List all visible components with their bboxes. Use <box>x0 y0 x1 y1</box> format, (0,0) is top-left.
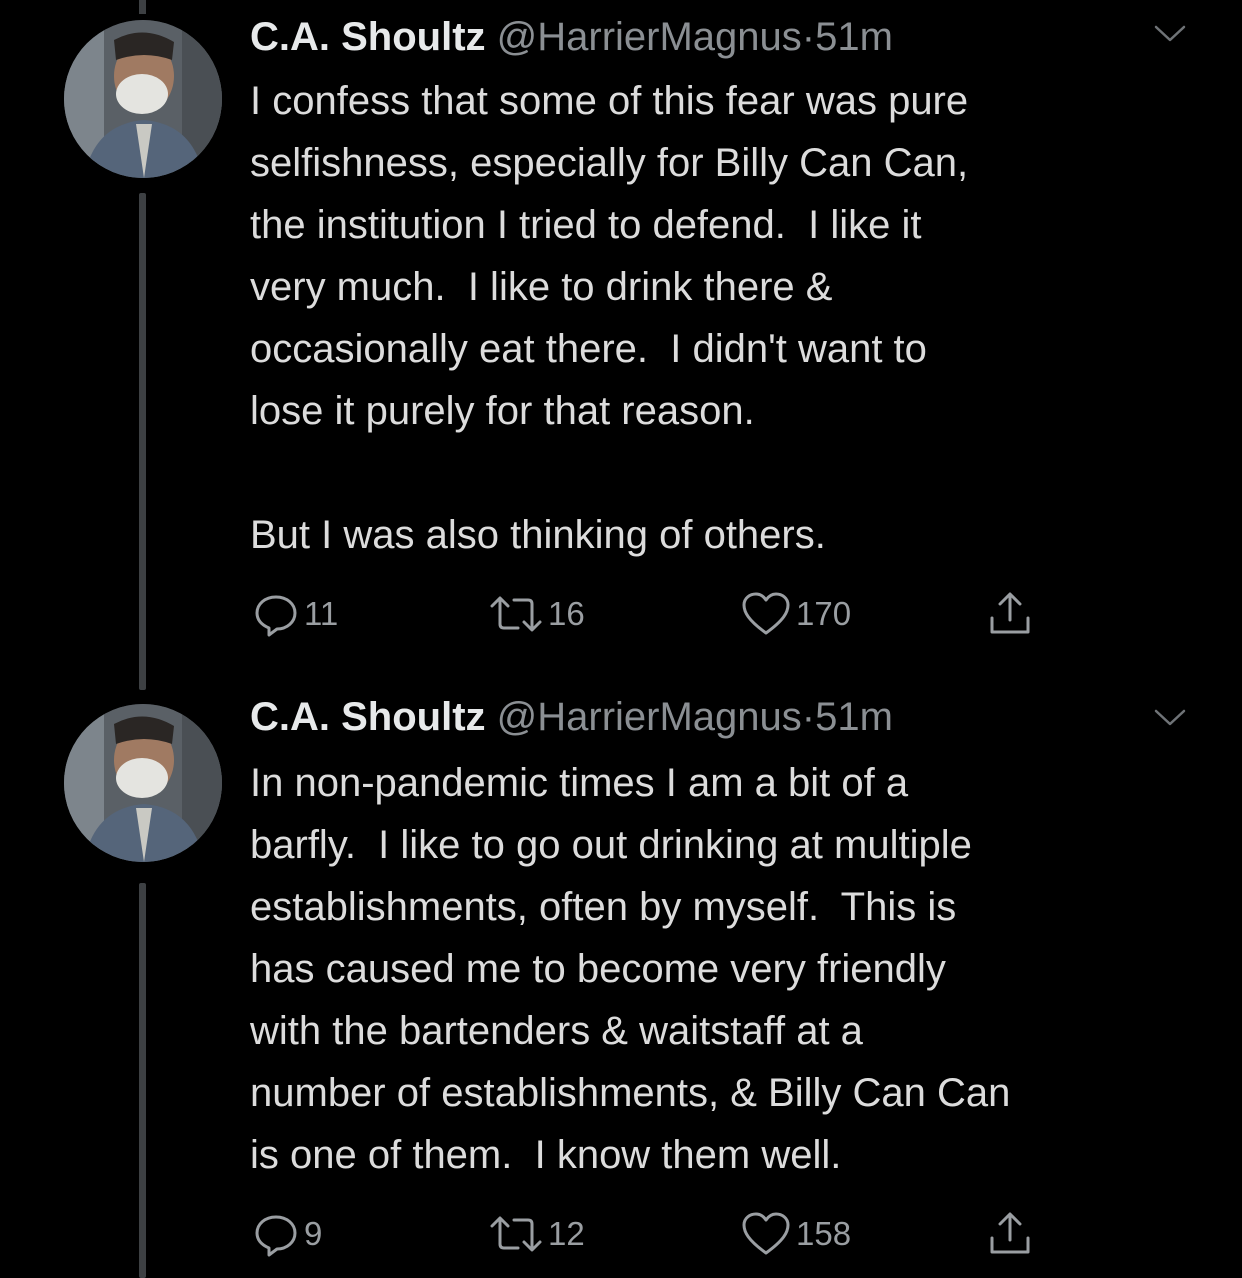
user-handle[interactable]: @HarrierMagnus <box>497 15 802 59</box>
heart-icon <box>742 592 790 635</box>
tweet-actions: 11 16 170 <box>250 590 1070 638</box>
reply-button[interactable]: 11 <box>252 590 338 638</box>
reply-button[interactable]: 9 <box>252 1210 322 1258</box>
avatar[interactable] <box>64 20 222 178</box>
tweet-text: In non-pandemic times I am a bit of a ba… <box>250 761 1011 1177</box>
tweet-actions: 9 12 158 <box>250 1210 1070 1258</box>
retweet-icon <box>490 596 542 632</box>
thread-connector <box>139 0 146 14</box>
tweet-header: C.A. Shoultz @HarrierMagnus·51m <box>250 693 893 741</box>
tweet[interactable]: C.A. Shoultz @HarrierMagnus·51m In non-p… <box>0 690 1242 1278</box>
timestamp[interactable]: 51m <box>815 695 893 739</box>
heart-icon <box>742 1212 790 1255</box>
tweet-text: I confess that some of this fear was pur… <box>250 79 969 557</box>
separator-dot: · <box>801 15 816 59</box>
user-handle[interactable]: @HarrierMagnus <box>497 695 802 739</box>
reply-icon <box>255 1215 297 1257</box>
chevron-down-icon[interactable] <box>1152 22 1188 46</box>
display-name[interactable]: C.A. Shoultz <box>250 15 486 59</box>
tweet[interactable]: C.A. Shoultz @HarrierMagnus·51m I confes… <box>0 0 1242 690</box>
chevron-down-icon[interactable] <box>1152 706 1188 730</box>
thread-line <box>139 193 146 690</box>
reply-count: 11 <box>304 595 339 632</box>
retweet-button[interactable]: 16 <box>488 590 585 638</box>
timestamp[interactable]: 51m <box>815 15 893 59</box>
avatar-image <box>64 704 222 862</box>
reply-icon <box>255 595 297 637</box>
share-button[interactable] <box>986 590 1034 638</box>
separator-dot: · <box>801 695 816 739</box>
share-icon <box>990 592 1030 634</box>
avatar-image <box>64 20 222 178</box>
thread-line <box>139 883 146 1278</box>
retweet-count: 12 <box>548 1215 585 1252</box>
avatar[interactable] <box>64 704 222 862</box>
retweet-button[interactable]: 12 <box>488 1210 585 1258</box>
like-button[interactable]: 170 <box>740 590 851 638</box>
like-count: 170 <box>796 595 852 632</box>
like-count: 158 <box>796 1215 852 1252</box>
reply-count: 9 <box>304 1215 323 1252</box>
retweet-count: 16 <box>548 595 585 632</box>
share-button[interactable] <box>986 1210 1034 1258</box>
retweet-icon <box>490 1216 542 1252</box>
share-icon <box>990 1212 1030 1254</box>
display-name[interactable]: C.A. Shoultz <box>250 695 486 739</box>
tweet-header: C.A. Shoultz @HarrierMagnus·51m <box>250 13 893 61</box>
like-button[interactable]: 158 <box>740 1210 851 1258</box>
